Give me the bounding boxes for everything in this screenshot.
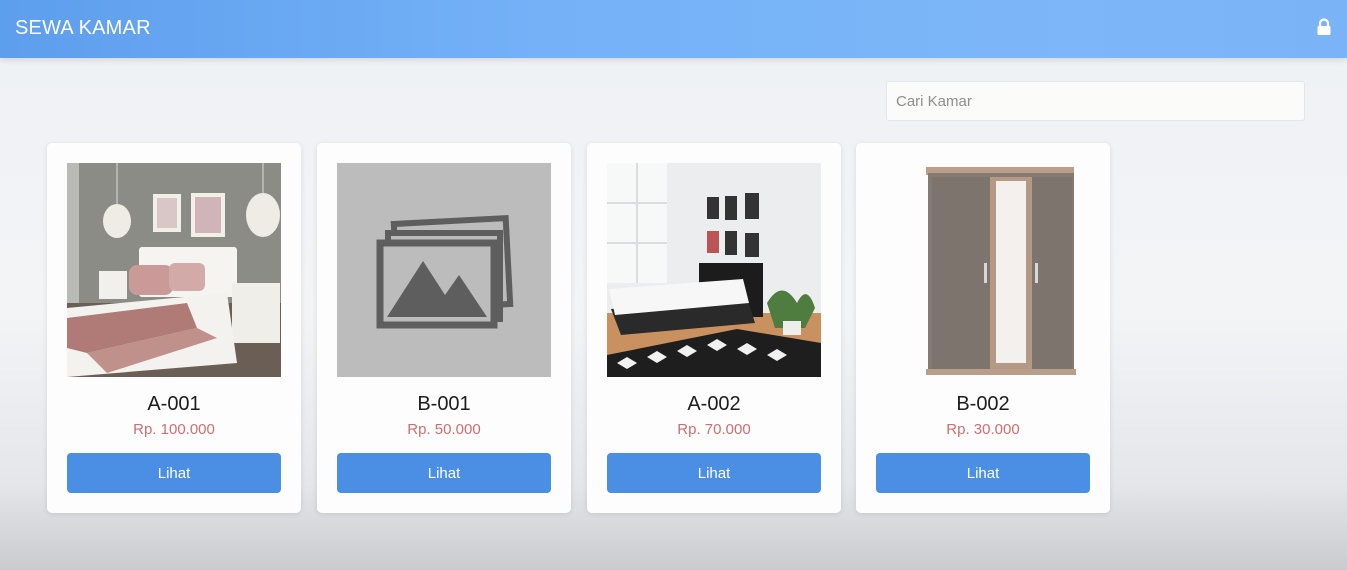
room-price: Rp. 30.000	[946, 421, 1020, 438]
app-title[interactable]: SEWA KAMAR	[15, 17, 151, 40]
room-price: Rp. 50.000	[407, 421, 481, 438]
room-code: A-002	[687, 393, 741, 415]
view-room-button[interactable]: Lihat	[607, 453, 821, 493]
room-card: B-001 Rp. 50.000 Lihat	[317, 143, 571, 513]
lock-icon[interactable]	[1313, 16, 1335, 38]
image-placeholder-icon	[337, 163, 551, 377]
room-image	[607, 163, 821, 377]
room-card: B-002 Rp. 30.000 Lihat	[856, 143, 1110, 513]
room-code: B-001	[417, 393, 471, 415]
search-input[interactable]	[886, 81, 1305, 121]
view-room-button[interactable]: Lihat	[67, 453, 281, 493]
room-card: A-001 Rp. 100.000 Lihat	[47, 143, 301, 513]
room-code: B-002	[956, 393, 1010, 415]
room-image	[876, 163, 1090, 377]
room-image	[67, 163, 281, 377]
room-price: Rp. 70.000	[677, 421, 751, 438]
view-room-button[interactable]: Lihat	[337, 453, 551, 493]
room-code: A-001	[147, 393, 201, 415]
navbar: SEWA KAMAR	[0, 0, 1347, 58]
room-card: A-002 Rp. 70.000 Lihat	[587, 143, 841, 513]
room-price: Rp. 100.000	[133, 421, 215, 438]
view-room-button[interactable]: Lihat	[876, 453, 1090, 493]
